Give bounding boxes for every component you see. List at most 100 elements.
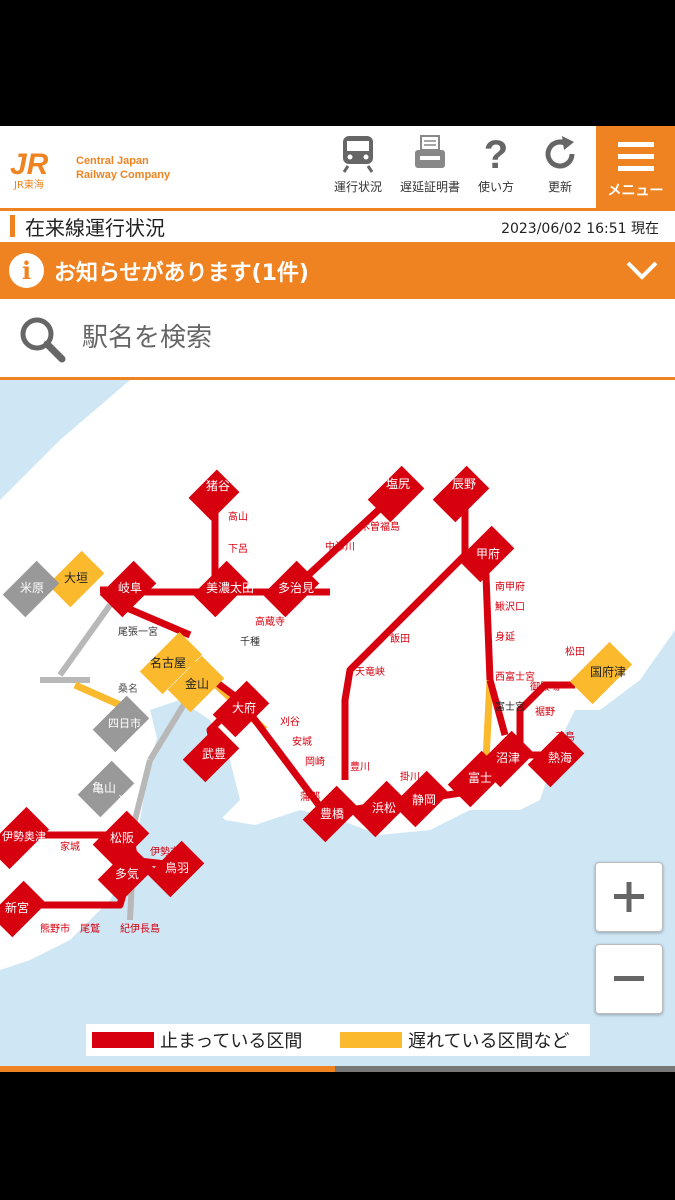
station-gero: 下呂 [228, 543, 248, 555]
station-ieki: 家城 [60, 840, 80, 853]
delay-certificate-label: 遅延証明書 [399, 180, 460, 194]
station-chikusa: 千種 [240, 635, 260, 648]
station-nakatsugawa: 中津川 [325, 540, 355, 553]
station-kanayama: 金山 [185, 676, 209, 691]
station-kajikazawaguchi: 鰍沢口 [495, 600, 525, 613]
update-timestamp: 2023/06/02 16:51 現在 [501, 221, 659, 237]
station-gamagori: 蒲郡 [300, 790, 320, 803]
station-minami-kofu: 南甲府 [495, 580, 525, 593]
refresh-icon [545, 136, 575, 169]
station-gifu: 岐阜 [118, 581, 142, 595]
svg-text:?: ? [484, 134, 508, 174]
minus-icon [614, 976, 644, 981]
hamburger-icon [617, 142, 654, 171]
station-iseshi: 伊勢市 [150, 845, 180, 858]
status-button-label: 運行状況 [333, 180, 382, 194]
station-kozu: 国府津 [590, 664, 626, 679]
title-row: 在来線運行状況 2023/06/02 16:51 現在 [0, 211, 675, 241]
station-toba: 鳥羽 [165, 860, 189, 875]
info-icon: i [9, 253, 44, 288]
status-button[interactable]: 運行状況 [326, 134, 390, 204]
chevron-down-icon[interactable] [625, 256, 659, 284]
station-kumanoshi: 熊野市 [40, 922, 70, 935]
station-kakegawa: 掛川 [400, 770, 420, 783]
station-shizuoka: 静岡 [412, 793, 436, 807]
notice-banner[interactable]: i お知らせがあります(1件) [0, 242, 675, 299]
station-mishima: 三島 [555, 730, 575, 743]
logo-name-line1: Central Japan [76, 155, 149, 167]
legend-swatch-stopped [92, 1032, 154, 1048]
station-fuji: 富士 [468, 770, 492, 785]
route-map[interactable]: 猪谷 塩尻 辰野 高山 下呂 美濃太田 多治見 岐阜 大垣 米原 美濃赤坂 中津… [0, 380, 675, 1066]
station-tajimi: 多治見 [278, 581, 314, 595]
station-search-input[interactable] [80, 315, 644, 361]
station-shiojiri: 塩尻 [386, 476, 410, 491]
scroll-indicator-fill [0, 1066, 335, 1072]
jr-central-logo[interactable]: JR JR東海 Central Japan Railway Company [8, 146, 178, 196]
menu-button[interactable]: メニュー [596, 126, 675, 208]
station-inotani: 猪谷 [206, 479, 230, 493]
plus-icon [614, 882, 644, 912]
station-hamamatsu: 浜松 [372, 801, 396, 815]
station-obu: 大府 [232, 700, 256, 715]
station-matsuda: 松田 [565, 645, 585, 658]
station-tsu: 津 [118, 794, 130, 808]
legend-label-stopped: 止まっている区間 [160, 1031, 303, 1052]
station-owari-ichinomiya: 尾張一宮 [118, 625, 158, 638]
logo-sub: JR東海 [13, 178, 44, 191]
page-title: 在来線運行状況 [25, 216, 165, 240]
station-minobu: 身延 [495, 630, 515, 643]
station-fujinomiya: 富士宮 [495, 700, 525, 713]
legend-swatch-delayed [340, 1032, 402, 1048]
station-kozoji: 高蔵寺 [255, 615, 285, 628]
zoom-in-button[interactable] [595, 862, 663, 932]
station-taketoyo: 武豊 [202, 747, 226, 761]
search-icon[interactable] [18, 315, 66, 363]
station-kii-nagashima: 紀伊長島 [120, 922, 160, 935]
station-numazu: 沼津 [496, 751, 520, 765]
station-ise-okitsu: 伊勢奥津 [2, 829, 46, 843]
station-yokkaichi: 四日市 [108, 716, 141, 730]
zoom-out-button[interactable] [595, 944, 663, 1014]
station-taki: 多気 [115, 866, 139, 881]
station-mino-akasaka: 美濃赤坂 [70, 519, 114, 533]
station-toyohashi: 豊橋 [320, 807, 344, 821]
title-accent-bar [10, 215, 15, 237]
station-owase: 尾鷲 [80, 922, 100, 935]
station-okazaki: 岡崎 [305, 755, 325, 768]
station-kuwana: 桑名 [118, 682, 138, 695]
station-mino-ota: 美濃太田 [206, 580, 254, 595]
station-nishi-fujinomiya: 西富士宮 [495, 670, 535, 683]
logo-name-line2: Railway Company [76, 169, 171, 181]
how-to-use-button[interactable]: ? 使い方 [464, 134, 528, 204]
train-icon [342, 136, 374, 173]
app-screen: JR JR東海 Central Japan Railway Company 運行… [0, 126, 675, 1072]
station-shingu: 新宮 [5, 900, 29, 915]
station-toyokawa: 豊川 [350, 760, 370, 773]
scroll-indicator [0, 1066, 675, 1072]
station-maibara: 米原 [20, 581, 44, 595]
map-legend: 止まっている区間 遅れている区間など [86, 1024, 590, 1056]
station-tatsuno: 辰野 [452, 477, 476, 491]
certificate-icon [415, 135, 445, 168]
station-anjo: 安城 [292, 735, 312, 748]
app-header: JR JR東海 Central Japan Railway Company 運行… [0, 126, 675, 211]
delay-certificate-button[interactable]: 遅延証明書 [398, 134, 462, 204]
search-bar [0, 299, 675, 380]
station-matsusaka: 松阪 [110, 831, 134, 845]
refresh-button[interactable]: 更新 [528, 134, 592, 204]
station-kiso-fukushima: 木曽福島 [360, 520, 400, 533]
station-susono: 裾野 [535, 705, 555, 718]
station-takayama: 高山 [228, 510, 248, 523]
station-tenryukyo: 天竜峡 [355, 665, 385, 678]
route-map-canvas[interactable]: 猪谷 塩尻 辰野 高山 下呂 美濃太田 多治見 岐阜 大垣 米原 美濃赤坂 中津… [0, 380, 675, 1066]
notice-text: お知らせがあります(1件) [54, 261, 309, 286]
legend-label-delayed: 遅れている区間など [408, 1031, 570, 1052]
help-icon: ? [484, 134, 508, 174]
station-nagoya: 名古屋 [150, 655, 186, 670]
station-kofu: 甲府 [476, 546, 500, 561]
logo-mark: JR [10, 148, 49, 181]
how-to-use-label: 使い方 [477, 180, 514, 194]
station-ogaki: 大垣 [64, 571, 88, 585]
station-kameyama: 亀山 [92, 781, 116, 795]
